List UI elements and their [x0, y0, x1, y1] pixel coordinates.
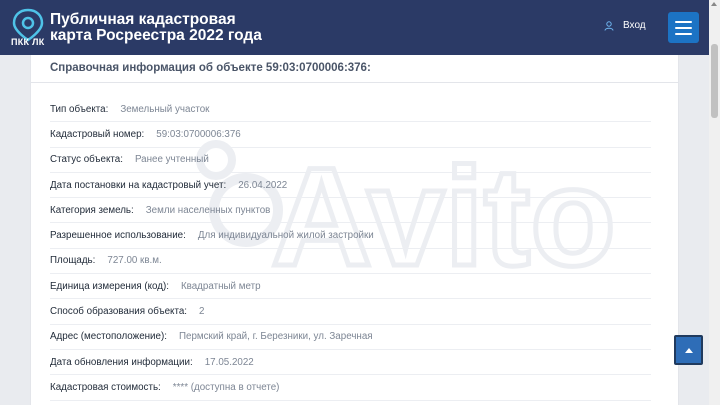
- info-row: Кадастровая стоимость: **** (доступна в о…: [50, 375, 651, 401]
- page-scrollbar[interactable]: [709, 0, 720, 405]
- info-row-value: 26.04.2022: [238, 179, 288, 191]
- info-row-label: Кадастровая стоимость:: [50, 381, 161, 393]
- info-row: Адрес (местоположение): Пермский край, г.…: [50, 325, 651, 350]
- info-row: Способ образования объекта: 2: [50, 299, 651, 325]
- user-icon: [604, 20, 614, 31]
- info-row-value: Земли населенных пунктов: [145, 204, 271, 216]
- scroll-to-top-button[interactable]: [674, 335, 703, 365]
- info-row-label: Разрешенное использование:: [50, 230, 186, 242]
- page-title: Публичная кадастровая карта Росреестра 2…: [50, 12, 262, 44]
- info-row-value: Земельный участок: [120, 103, 210, 115]
- info-row-value: Пермский край, г. Березники, ул. Заречна…: [178, 331, 373, 343]
- login-label: Вход: [623, 20, 646, 31]
- info-row-label: Категория земель:: [50, 204, 134, 216]
- info-row-value: 2: [199, 306, 205, 318]
- info-row-label: Площадь:: [50, 255, 96, 267]
- hamburger-menu-button[interactable]: [668, 12, 699, 43]
- info-row-label: Кадастровый номер:: [50, 128, 145, 140]
- info-row-value: 17.05.2022: [204, 356, 254, 368]
- info-row: Дата обновления информации: 17.05.2022: [50, 350, 651, 376]
- hamburger-menu-icon: [675, 20, 692, 23]
- panel-title: Справочная информация об объекте 59:03:0…: [31, 55, 678, 83]
- info-row-label: Тип объекта:: [50, 103, 109, 115]
- logo-text: ПКК ЛК: [11, 37, 45, 47]
- info-row: Единица измерения (код): Квадратный метр: [50, 274, 651, 300]
- title-line-1: Публичная кадастровая: [50, 11, 236, 28]
- info-row-label: Единица измерения (код):: [50, 280, 169, 292]
- top-header: ПКК ЛК Публичная кадастровая карта Росре…: [0, 0, 709, 55]
- info-row-value: Квадратный метр: [180, 280, 261, 292]
- info-row: Кадастровый номер: 59:03:0700006:376: [50, 122, 651, 148]
- info-row: Тип объекта: Земельный участок: [50, 97, 651, 123]
- info-row-label: Дата постановки на кадастровый учет:: [50, 179, 227, 191]
- info-row-value: 59:03:0700006:376: [156, 128, 241, 140]
- login-button[interactable]: Вход: [604, 20, 646, 31]
- info-row: Площадь: 727.00 кв.м.: [50, 249, 651, 275]
- info-row-label: Статус объекта:: [50, 154, 123, 166]
- info-row-value: Ранее учтенный: [134, 154, 209, 166]
- info-table: Тип объекта: Земельный участок Кадастровый…: [50, 97, 651, 401]
- info-row-value: Для индивидуальной жилой застройки: [197, 230, 374, 242]
- object-info-panel: Справочная информация об объекте 59:03:0…: [30, 55, 679, 405]
- info-row-value: 727.00 кв.м.: [107, 255, 162, 267]
- title-line-2: карта Росреестра 2022 года: [50, 27, 262, 44]
- scroll-up-arrow-icon[interactable]: [711, 2, 717, 6]
- arrow-up-icon: [684, 347, 693, 353]
- info-row: Статус объекта: Ранее учтенный: [50, 148, 651, 173]
- info-row: Разрешенное использование: Для индивидуал…: [50, 223, 651, 249]
- info-row: Категория земель: Земли населенных пункто…: [50, 198, 651, 224]
- scrollbar-thumb[interactable]: [711, 44, 718, 118]
- info-row: Дата постановки на кадастровый учет: 26.0…: [50, 173, 651, 199]
- info-row-label: Адрес (местоположение):: [50, 331, 167, 343]
- info-row-label: Способ образования объекта:: [50, 306, 187, 318]
- info-row-label: Дата обновления информации:: [50, 356, 193, 368]
- info-row-value: **** (доступна в отчете): [172, 381, 280, 393]
